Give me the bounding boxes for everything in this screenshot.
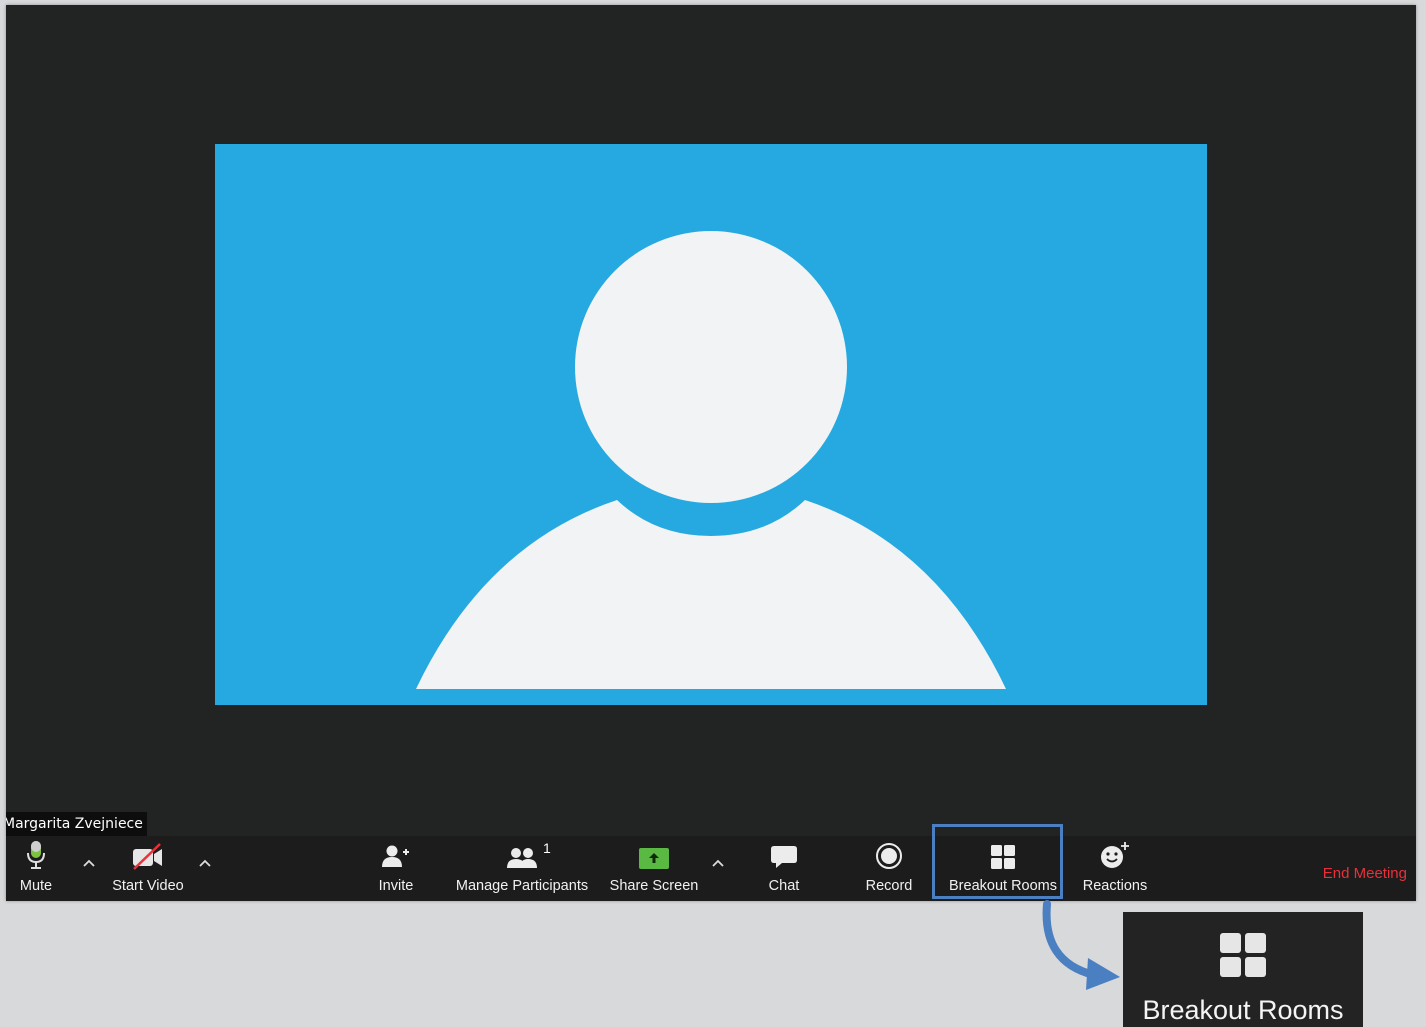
participant-name-tag: Margarita Zvejniece — [6, 812, 147, 836]
people-icon: 1 — [452, 836, 592, 870]
avatar-placeholder-icon — [416, 231, 1006, 689]
grid-icon — [1219, 932, 1267, 983]
share-options-chevron-icon[interactable] — [709, 853, 727, 871]
grid-icon — [990, 836, 1016, 870]
breakout-rooms-label: Breakout Rooms — [949, 878, 1057, 894]
curved-arrow-icon — [1042, 900, 1120, 990]
chat-button[interactable]: Chat — [763, 836, 805, 901]
audio-options-chevron-icon[interactable] — [80, 853, 98, 871]
meeting-toolbar: Mute Start Video Invite 1 Manage Partici… — [6, 836, 1416, 901]
mute-button[interactable]: Mute — [8, 836, 64, 901]
start-video-label: Start Video — [112, 878, 184, 894]
participant-video-tile — [215, 144, 1207, 705]
video-off-icon — [131, 836, 165, 870]
chat-label: Chat — [768, 878, 800, 894]
participant-count: 1 — [543, 840, 551, 856]
breakout-rooms-button[interactable]: Breakout Rooms — [945, 836, 1061, 901]
invite-button[interactable]: Invite — [372, 836, 420, 901]
meeting-window: Margarita Zvejniece Mute Start Video Inv… — [6, 5, 1416, 901]
record-button[interactable]: Record — [861, 836, 917, 901]
callout-label: Breakout Rooms — [1142, 995, 1344, 1025]
end-meeting-button[interactable]: End Meeting — [1323, 865, 1407, 882]
record-label: Record — [865, 878, 913, 894]
smiley-plus-icon — [1100, 836, 1130, 870]
reactions-button[interactable]: Reactions — [1079, 836, 1151, 901]
mute-label: Mute — [19, 878, 53, 894]
share-screen-label: Share Screen — [609, 878, 699, 894]
invite-label: Invite — [378, 878, 414, 894]
share-screen-icon — [638, 836, 670, 870]
record-icon — [875, 836, 903, 870]
start-video-button[interactable]: Start Video — [107, 836, 189, 901]
manage-participants-button[interactable]: 1 Manage Participants — [452, 836, 592, 901]
share-screen-button[interactable]: Share Screen — [607, 836, 701, 901]
microphone-icon — [25, 836, 47, 870]
reactions-label: Reactions — [1082, 878, 1148, 894]
breakout-rooms-zoom-callout: Breakout Rooms — [1123, 912, 1363, 1027]
chat-bubble-icon — [770, 836, 798, 870]
video-options-chevron-icon[interactable] — [196, 853, 214, 871]
manage-participants-label: Manage Participants — [455, 878, 589, 894]
add-person-icon — [381, 836, 411, 870]
